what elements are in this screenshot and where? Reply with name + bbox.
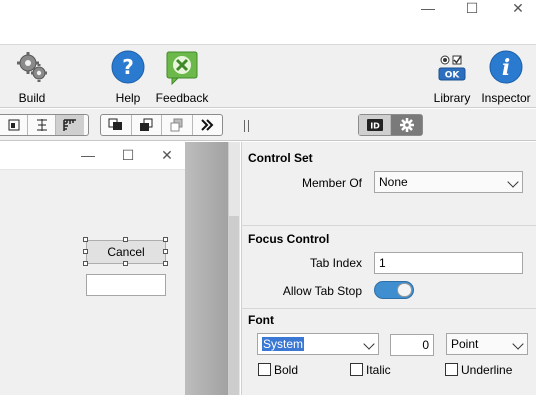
bring-forward-button[interactable]: [132, 115, 162, 135]
underline-checkbox[interactable]: [445, 363, 458, 376]
font-heading: Font: [248, 313, 274, 327]
layout-toolbar: ID: [0, 109, 536, 141]
settings-tab-button[interactable]: [391, 115, 422, 135]
member-of-label: Member Of: [301, 176, 362, 190]
build-button[interactable]: Build: [8, 45, 56, 105]
selection-handle[interactable]: [83, 261, 88, 266]
italic-checkbox[interactable]: [350, 363, 363, 376]
selection-handle[interactable]: [83, 249, 88, 254]
gear-icon: [399, 118, 414, 132]
help-label: Help: [115, 91, 141, 105]
id-card-icon: ID: [366, 119, 383, 131]
svg-text:i: i: [502, 55, 510, 81]
svg-text:ID: ID: [370, 122, 380, 131]
align-tools: [0, 114, 89, 136]
more-tools-button[interactable]: [193, 115, 223, 135]
child-minimize-icon[interactable]: —: [78, 147, 98, 163]
library-icon: OK: [438, 55, 466, 81]
help-button[interactable]: ? Help: [106, 45, 150, 105]
ruler-button[interactable]: [56, 115, 84, 135]
maximize-button[interactable]: ☐: [462, 0, 482, 16]
member-of-select[interactable]: None: [374, 171, 523, 193]
minimize-button[interactable]: —: [418, 0, 438, 16]
info-icon: i: [489, 50, 523, 84]
svg-text:?: ?: [122, 55, 134, 79]
tab-index-label: Tab Index: [309, 256, 362, 270]
bring-forward-icon: [140, 118, 153, 131]
feedback-icon: [166, 51, 198, 85]
align-center-icon: [36, 119, 47, 131]
font-family-value: System: [262, 337, 305, 351]
selection-handle[interactable]: [163, 249, 168, 254]
tab-index-input[interactable]: 1: [374, 252, 523, 274]
chevron-down-icon: [507, 176, 519, 188]
splitter-grip[interactable]: [244, 120, 249, 132]
child-maximize-icon[interactable]: ☐: [118, 147, 138, 163]
font-unit-select[interactable]: Point: [446, 333, 528, 355]
font-size-input[interactable]: 0: [390, 334, 434, 356]
close-button[interactable]: ✕: [508, 0, 528, 16]
send-backward-icon: [170, 118, 183, 132]
order-tools: [100, 114, 223, 136]
window-titlebar: — ☐ ✕: [0, 142, 185, 170]
svg-text:OK: OK: [445, 71, 461, 81]
build-label: Build: [18, 91, 46, 105]
chevron-down-icon: [363, 338, 375, 350]
italic-label: Italic: [366, 363, 391, 377]
help-icon: ?: [111, 50, 145, 84]
member-of-value: None: [379, 175, 408, 189]
id-tab-button[interactable]: ID: [359, 115, 391, 135]
allow-tab-stop-label: Allow Tab Stop: [282, 284, 362, 298]
section-divider: [241, 308, 536, 309]
toggle-knob: [397, 283, 412, 297]
ruler-icon: [63, 119, 76, 131]
allow-tab-stop-toggle[interactable]: [374, 281, 414, 299]
bring-to-front-button[interactable]: [101, 115, 132, 135]
feedback-button[interactable]: Feedback: [154, 45, 210, 105]
font-unit-value: Point: [451, 337, 479, 351]
align-center-button[interactable]: [28, 115, 56, 135]
inspector-mode-tools: ID: [358, 114, 423, 136]
main-toolbar: Build ? Help Feedback OK Library i Inspe…: [0, 44, 536, 108]
bring-to-front-icon: [108, 118, 122, 130]
selection-handle[interactable]: [123, 237, 128, 242]
send-backward-button[interactable]: [162, 115, 193, 135]
underline-label: Underline: [461, 363, 513, 377]
canvas-scrollbar-thumb[interactable]: [229, 216, 239, 395]
font-family-select[interactable]: System: [257, 333, 379, 355]
inspector-label: Inspector: [481, 91, 531, 105]
feedback-label: Feedback: [155, 91, 209, 105]
child-close-icon[interactable]: ✕: [157, 147, 177, 163]
bold-label: Bold: [274, 363, 299, 377]
chevron-down-icon: [512, 338, 524, 350]
text-field[interactable]: [86, 274, 166, 296]
align-left-icon: [8, 119, 19, 131]
library-label: Library: [433, 91, 471, 105]
library-button[interactable]: OK Library: [430, 45, 474, 105]
inspector-button[interactable]: i Inspector: [478, 45, 534, 105]
selection-handle[interactable]: [123, 261, 128, 266]
align-left-button[interactable]: [0, 115, 28, 135]
bold-checkbox[interactable]: [258, 363, 271, 376]
window-shadow: [185, 142, 228, 395]
control-set-heading: Control Set: [248, 151, 313, 165]
focus-control-heading: Focus Control: [248, 232, 330, 246]
selection-handle[interactable]: [163, 237, 168, 242]
gears-icon: [17, 52, 47, 82]
selection-handle[interactable]: [83, 237, 88, 242]
section-divider: [241, 225, 536, 226]
double-chevron-right-icon: [201, 119, 214, 131]
selection-handle[interactable]: [163, 261, 168, 266]
